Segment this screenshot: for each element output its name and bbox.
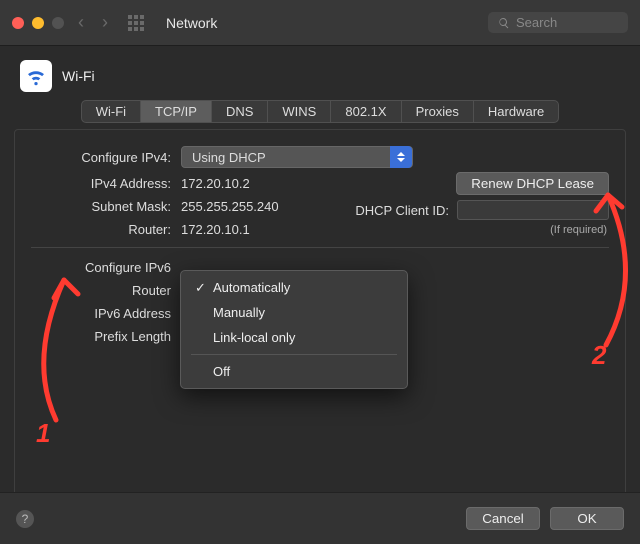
menu-item-manually[interactable]: Manually (185, 300, 403, 325)
tab-wins[interactable]: WINS (268, 101, 331, 122)
cancel-button[interactable]: Cancel (466, 507, 540, 530)
connection-header: Wi-Fi (0, 46, 640, 100)
dhcp-client-id-label: DHCP Client ID: (355, 203, 449, 218)
menu-item-link-local-only[interactable]: Link-local only (185, 325, 403, 350)
wifi-icon (20, 60, 52, 92)
menu-divider (191, 354, 397, 355)
subnet-label: Subnet Mask: (31, 199, 181, 214)
subnet-value: 255.255.255.240 (181, 199, 279, 214)
configure-ipv6-menu[interactable]: Automatically Manually Link-local only O… (180, 270, 408, 389)
nav-forward-button: › (98, 12, 112, 33)
connection-name: Wi-Fi (62, 68, 95, 84)
tab-wifi[interactable]: Wi-Fi (82, 101, 141, 122)
router-value: 172.20.10.1 (181, 222, 250, 237)
router-label: Router: (31, 222, 181, 237)
ipv4-address-value: 172.20.10.2 (181, 176, 250, 191)
window-title: Network (166, 15, 217, 31)
tab-proxies[interactable]: Proxies (402, 101, 474, 122)
renew-dhcp-lease-button[interactable]: Renew DHCP Lease (456, 172, 609, 195)
search-icon (498, 17, 510, 29)
tabs: Wi-Fi TCP/IP DNS WINS 802.1X Proxies Har… (81, 100, 560, 123)
search-field[interactable]: Search (488, 12, 628, 33)
ipv6-prefix-label: Prefix Length (31, 329, 181, 344)
configure-ipv4-select[interactable]: Using DHCP (181, 146, 413, 168)
zoom-window-button (52, 17, 64, 29)
ipv6-router-label: Router (31, 283, 181, 298)
configure-ipv4-value: Using DHCP (192, 150, 266, 165)
ipv4-address-label: IPv4 Address: (31, 176, 181, 191)
nav-back-button[interactable]: ‹ (74, 12, 88, 33)
configure-ipv4-label: Configure IPv4: (31, 150, 181, 165)
footer: ? Cancel OK (0, 492, 640, 544)
close-window-button[interactable] (12, 17, 24, 29)
dhcp-client-id-hint: (If required) (455, 224, 607, 236)
ok-button[interactable]: OK (550, 507, 624, 530)
annotation-number-1: 1 (36, 418, 50, 449)
traffic-lights (12, 17, 64, 29)
all-prefs-grid-icon[interactable] (128, 15, 144, 31)
ipv6-address-label: IPv6 Address (31, 306, 181, 321)
minimize-window-button[interactable] (32, 17, 44, 29)
search-placeholder: Search (516, 15, 557, 30)
annotation-number-2: 2 (592, 340, 606, 371)
dhcp-client-id-field[interactable] (457, 200, 609, 220)
titlebar: ‹ › Network Search (0, 0, 640, 46)
menu-item-off[interactable]: Off (185, 359, 403, 384)
tab-dns[interactable]: DNS (212, 101, 268, 122)
configure-ipv6-label: Configure IPv6 (31, 260, 181, 275)
tab-8021x[interactable]: 802.1X (331, 101, 401, 122)
tab-tcpip[interactable]: TCP/IP (141, 101, 212, 122)
tab-hardware[interactable]: Hardware (474, 101, 558, 122)
panel-divider (31, 247, 609, 248)
help-button[interactable]: ? (16, 510, 34, 528)
updown-icon (390, 146, 412, 168)
menu-item-automatically[interactable]: Automatically (185, 275, 403, 300)
tcpip-panel: Configure IPv4: Using DHCP IPv4 Address:… (14, 129, 626, 519)
